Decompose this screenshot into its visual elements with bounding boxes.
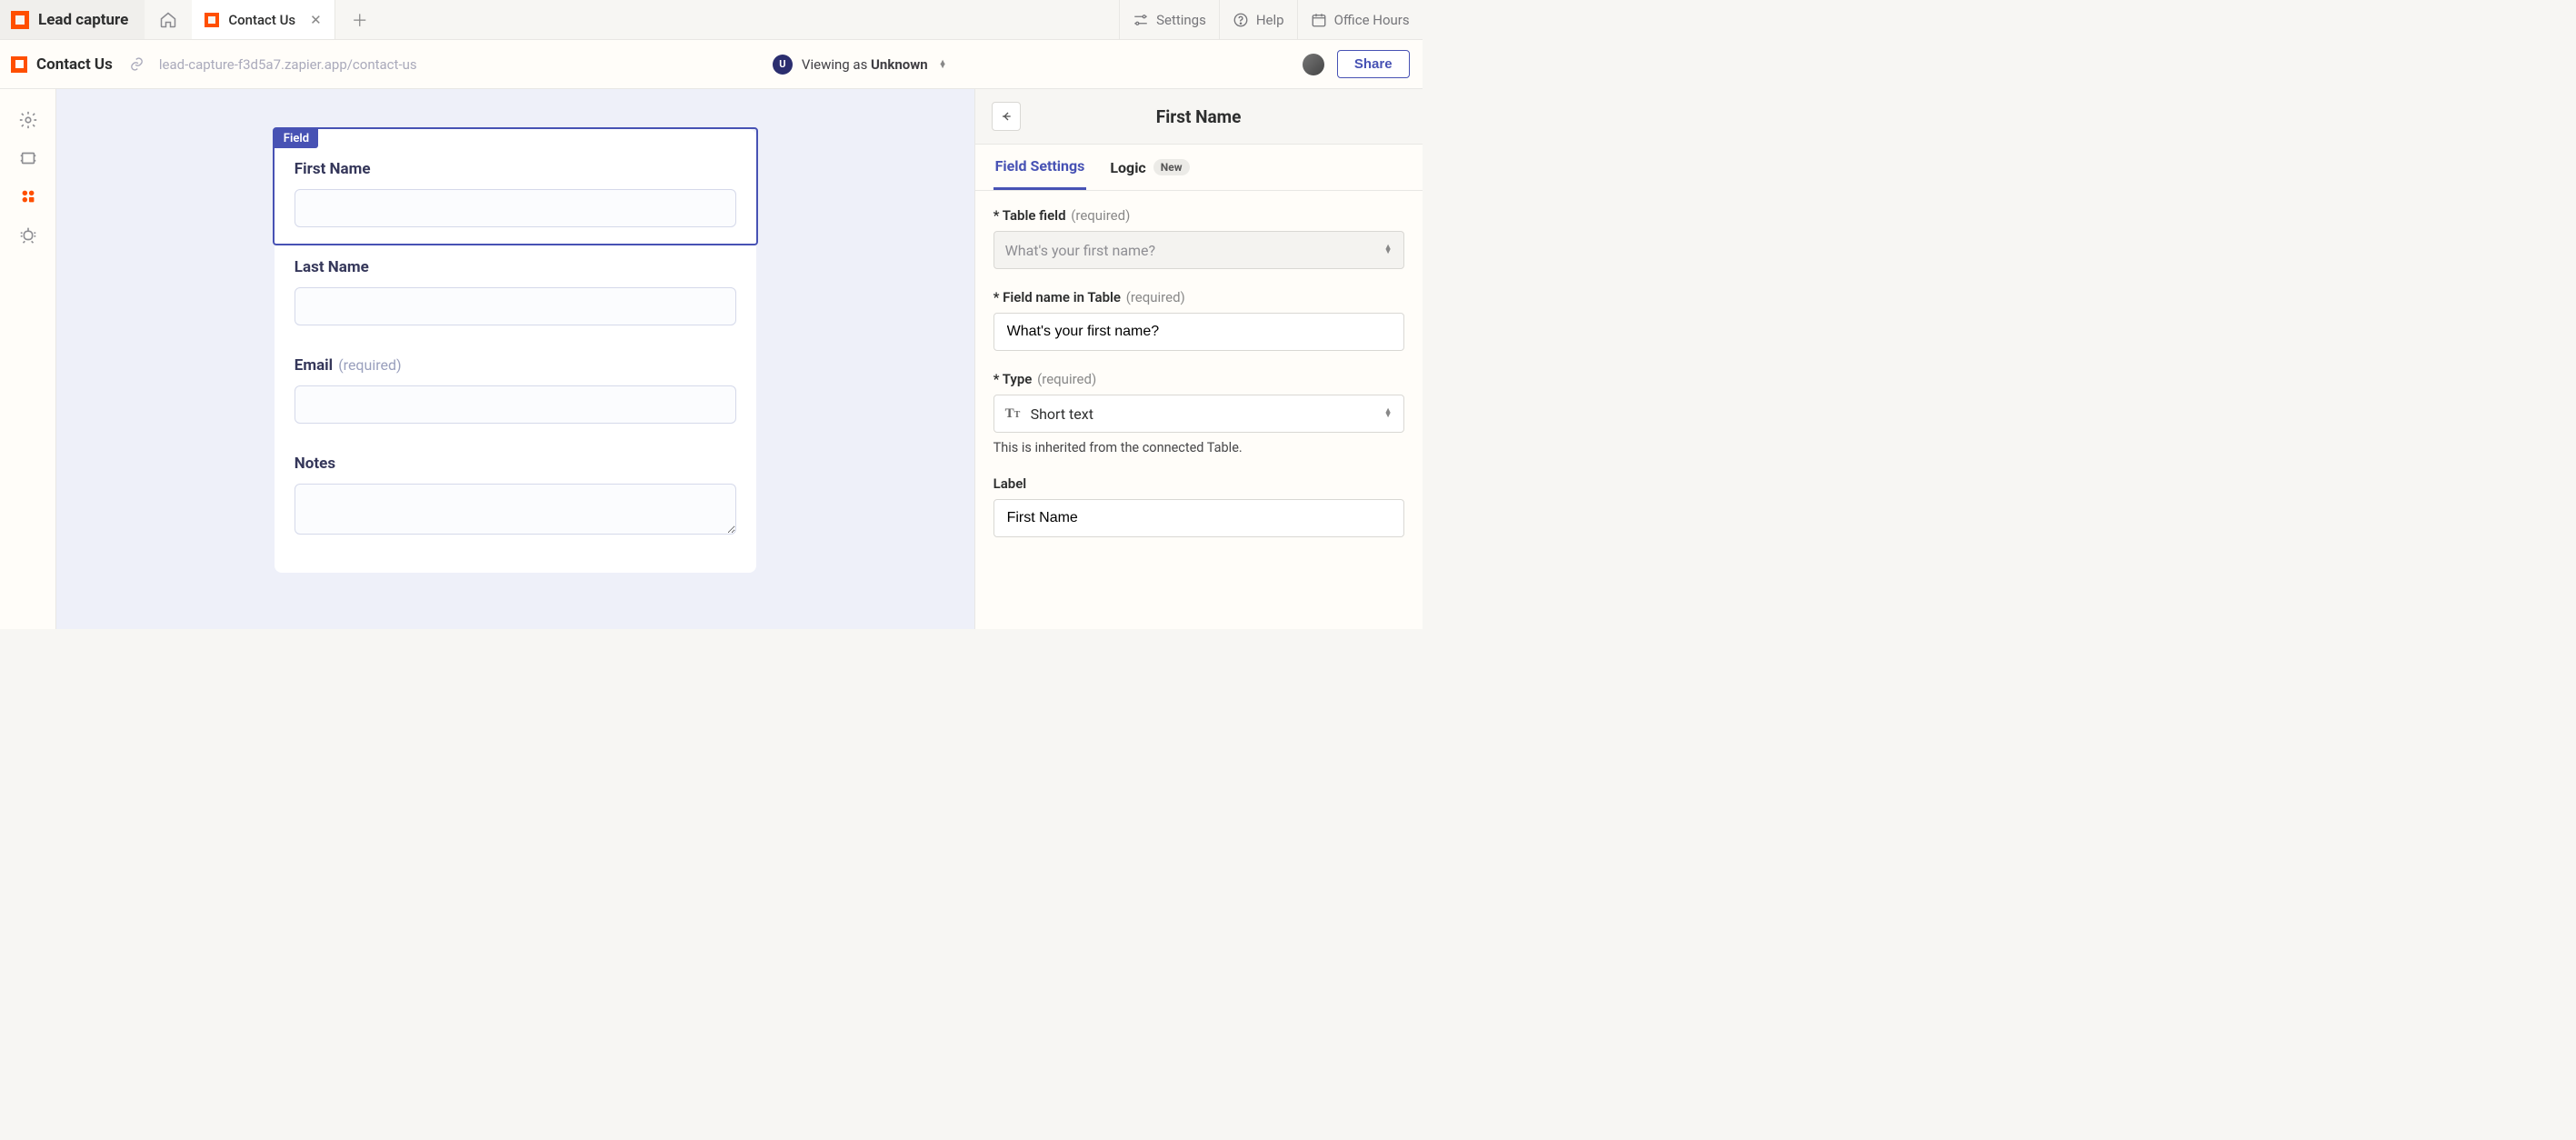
group-type: * Type (required) TT Short text ▲▼ This i…: [993, 371, 1404, 455]
field-label: First Name: [295, 160, 736, 178]
type-value: Short text: [1031, 405, 1093, 423]
canvas[interactable]: Field First Name Last Name Email(required) N…: [56, 89, 974, 629]
field-label: Last Name: [295, 258, 736, 276]
layout-icon: [18, 148, 38, 168]
settings-label: Settings: [1156, 12, 1206, 28]
field-input[interactable]: [295, 287, 736, 325]
settings-body: * Table field (required) What's your fir…: [975, 191, 1423, 629]
office-hours-button[interactable]: Office Hours: [1297, 0, 1423, 39]
settings-title: First Name: [1021, 106, 1406, 127]
app-tabs-bar: Lead capture Contact Us ✕ ＋ Settings Hel…: [0, 0, 1423, 40]
project-tab[interactable]: Lead capture: [0, 0, 145, 39]
chevron-updown-icon: ▲▼: [939, 61, 947, 68]
home-button[interactable]: [145, 0, 192, 39]
calendar-icon: [1311, 12, 1327, 28]
type-label: * Type (required): [993, 371, 1404, 387]
field-input[interactable]: [295, 189, 736, 227]
viewing-as[interactable]: U Viewing as Unknown ▲▼: [417, 55, 1303, 75]
table-field-label: * Table field (required): [993, 207, 1404, 224]
field-input[interactable]: [295, 385, 736, 424]
zapier-logo-icon: [205, 13, 219, 27]
settings-button[interactable]: Settings: [1119, 0, 1219, 39]
field-input[interactable]: [295, 484, 736, 535]
zapier-logo-icon: [11, 11, 29, 29]
components-icon: [18, 186, 38, 206]
close-tab-icon[interactable]: ✕: [305, 12, 322, 28]
field-settings-pane: First Name Field Settings Logic New * Ta…: [974, 89, 1423, 629]
rail-components[interactable]: [17, 185, 39, 207]
form-card: Field First Name Last Name Email(required) N…: [275, 129, 756, 573]
gear-icon: [18, 110, 38, 130]
text-type-icon: TT: [1005, 406, 1022, 422]
rail-settings[interactable]: [17, 109, 39, 131]
link-icon: [129, 56, 145, 72]
zapier-logo-icon: [11, 56, 27, 73]
type-helper: This is inherited from the connected Tab…: [993, 440, 1404, 455]
help-button[interactable]: Help: [1219, 0, 1297, 39]
group-label: Label: [993, 475, 1404, 537]
field-label: Email(required): [295, 356, 736, 375]
left-rail: [0, 89, 56, 629]
arrow-left-icon: [999, 109, 1013, 124]
context-page-name: Contact Us: [36, 55, 113, 74]
main-area: Field First Name Last Name Email(required) N…: [0, 89, 1423, 629]
field-name-input[interactable]: [993, 313, 1404, 351]
back-button[interactable]: [992, 102, 1021, 131]
bug-icon: [18, 225, 38, 245]
help-icon: [1233, 12, 1249, 28]
home-icon: [159, 11, 177, 29]
tab-logic[interactable]: Logic New: [1108, 145, 1191, 190]
table-field-value: What's your first name?: [1005, 242, 1156, 259]
label-input[interactable]: [993, 499, 1404, 537]
context-bar: Contact Us lead-capture-f3d5a7.zapier.ap…: [0, 40, 1423, 89]
form-field-first-name[interactable]: Field First Name: [275, 129, 756, 244]
group-field-name: * Field name in Table (required): [993, 289, 1404, 351]
field-name-label: * Field name in Table (required): [993, 289, 1404, 305]
page-tab-contact-us[interactable]: Contact Us ✕: [192, 0, 334, 39]
form-field-last-name[interactable]: Last Name: [275, 244, 756, 342]
tab-field-settings[interactable]: Field Settings: [993, 145, 1087, 190]
form-field-notes[interactable]: Notes: [275, 440, 756, 555]
label-field-label: Label: [993, 475, 1404, 492]
type-select[interactable]: TT Short text ▲▼: [993, 395, 1404, 433]
new-badge: New: [1153, 159, 1190, 175]
rail-debug[interactable]: [17, 224, 39, 245]
rail-layout[interactable]: [17, 147, 39, 169]
chevron-updown-icon: ▲▼: [1384, 245, 1393, 255]
table-field-select[interactable]: What's your first name? ▲▼: [993, 231, 1404, 269]
required-hint: (required): [338, 356, 401, 374]
office-hours-label: Office Hours: [1334, 12, 1410, 28]
help-label: Help: [1256, 12, 1284, 28]
field-label: Notes: [295, 455, 736, 473]
context-right: Share: [1303, 50, 1410, 78]
project-title: Lead capture: [38, 11, 128, 29]
form-field-email[interactable]: Email(required): [275, 342, 756, 440]
top-right-actions: Settings Help Office Hours: [1119, 0, 1423, 39]
avatar[interactable]: [1303, 54, 1324, 75]
selected-field-tag: Field: [275, 129, 318, 148]
settings-header: First Name: [975, 89, 1423, 145]
page-url[interactable]: lead-capture-f3d5a7.zapier.app/contact-u…: [159, 56, 417, 73]
share-button[interactable]: Share: [1337, 50, 1410, 78]
page-tab-title: Contact Us: [228, 12, 295, 28]
chevron-updown-icon: ▲▼: [1384, 409, 1393, 418]
unknown-badge: U: [773, 55, 793, 75]
sliders-icon: [1133, 12, 1149, 28]
context-left: Contact Us lead-capture-f3d5a7.zapier.ap…: [11, 55, 417, 74]
group-table-field: * Table field (required) What's your fir…: [993, 207, 1404, 269]
settings-tabs: Field Settings Logic New: [975, 145, 1423, 191]
viewing-text: Viewing as Unknown: [802, 56, 928, 73]
new-tab-button[interactable]: ＋: [335, 0, 384, 39]
